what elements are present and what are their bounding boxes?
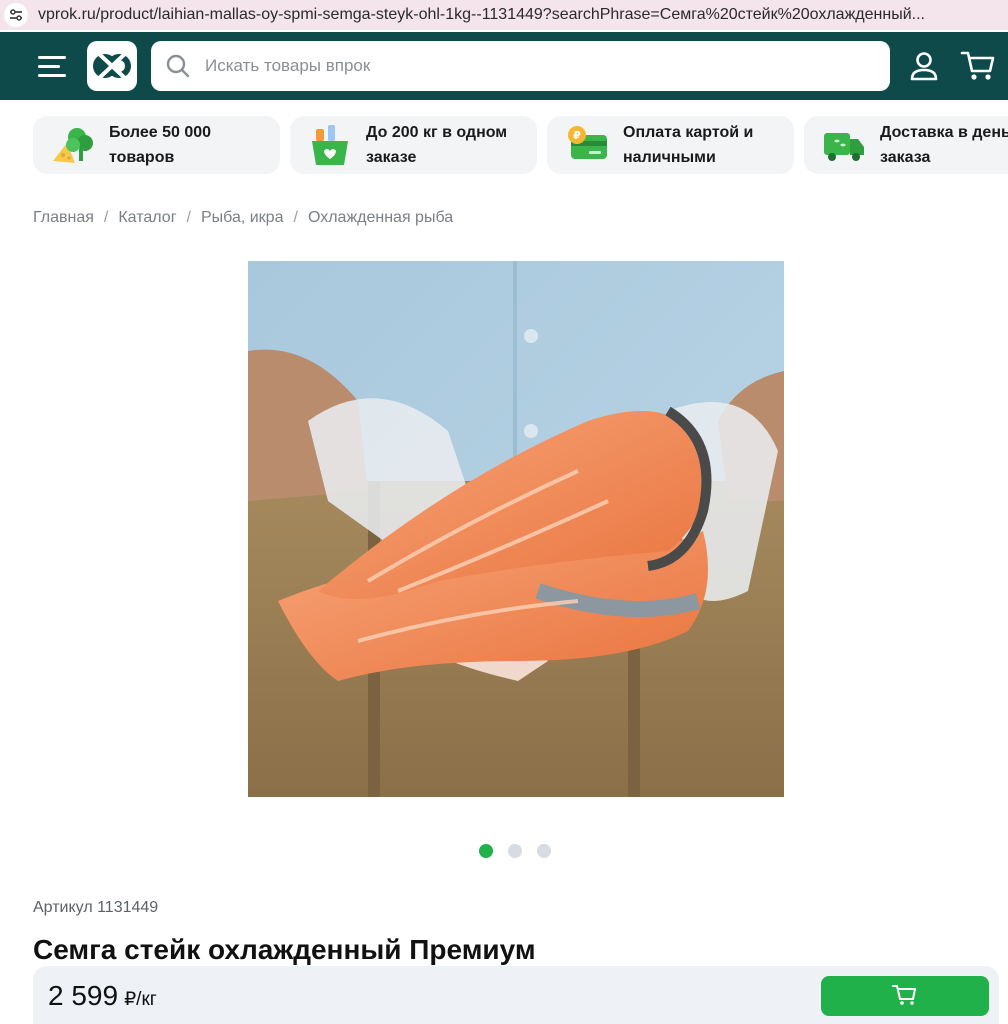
breadcrumb-item[interactable]: Охлажденная рыба xyxy=(308,209,453,227)
grocery-bag-icon xyxy=(306,121,354,169)
gallery-dot[interactable] xyxy=(508,844,522,858)
logo[interactable] xyxy=(87,41,137,91)
browser-address-bar: vprok.ru/product/laihian-mallas-oy-spmi-… xyxy=(0,0,1008,30)
promo-card[interactable]: ₽ Оплата картой и наличными xyxy=(547,116,794,174)
svg-text:₽: ₽ xyxy=(573,129,581,142)
promo-card[interactable]: До 200 кг в одном заказе xyxy=(290,116,537,174)
breadcrumb-separator: / xyxy=(293,209,298,226)
breadcrumb-item[interactable]: Каталог xyxy=(118,209,176,227)
address-url[interactable]: vprok.ru/product/laihian-mallas-oy-spmi-… xyxy=(38,6,1008,24)
product-sku: Артикул 1131449 xyxy=(33,899,159,916)
gallery-pagination xyxy=(479,844,551,858)
cart-icon[interactable] xyxy=(960,49,995,83)
site-header xyxy=(0,32,1008,100)
promo-label: Доставка в день заказа xyxy=(880,124,1008,166)
delivery-truck-icon xyxy=(820,121,868,169)
product-title: Семга стейк охлажденный Премиум xyxy=(33,934,536,965)
promo-card[interactable]: Доставка в день заказа xyxy=(804,116,1008,174)
search-bar[interactable] xyxy=(151,41,890,91)
breadcrumb: Главная / Каталог / Рыба, икра / Охлажде… xyxy=(33,209,453,227)
promo-label: Оплата картой и наличными xyxy=(623,124,754,166)
promo-label: Более 50 000 товаров xyxy=(109,124,212,166)
user-icon[interactable] xyxy=(907,49,941,83)
price-bar: 2 599 ₽/кг xyxy=(33,966,999,1024)
breadcrumb-separator: / xyxy=(103,209,109,226)
site-settings-icon[interactable] xyxy=(4,3,28,27)
product-price: 2 599 ₽/кг xyxy=(48,980,157,1012)
price-value: 2 599 xyxy=(48,980,119,1011)
promo-strip: Более 50 000 товаров До 200 кг в одном з… xyxy=(33,116,1008,174)
price-unit: ₽/кг xyxy=(124,989,157,1010)
breadcrumb-item[interactable]: Главная xyxy=(33,209,94,227)
veggies-cheese-icon xyxy=(49,121,97,169)
product-image[interactable] xyxy=(248,261,784,797)
search-icon[interactable] xyxy=(165,53,191,79)
breadcrumb-separator: / xyxy=(186,209,191,226)
cart-icon xyxy=(892,983,918,1010)
gallery-dot[interactable] xyxy=(479,844,493,858)
card-coin-icon: ₽ xyxy=(563,121,611,169)
breadcrumb-item[interactable]: Рыба, икра xyxy=(201,209,284,227)
gallery-dot[interactable] xyxy=(537,844,551,858)
search-input[interactable] xyxy=(205,56,845,76)
promo-label: До 200 кг в одном заказе xyxy=(366,124,508,166)
promo-card[interactable]: Более 50 000 товаров xyxy=(33,116,280,174)
add-to-cart-button[interactable] xyxy=(821,976,989,1016)
menu-icon[interactable] xyxy=(38,54,70,78)
